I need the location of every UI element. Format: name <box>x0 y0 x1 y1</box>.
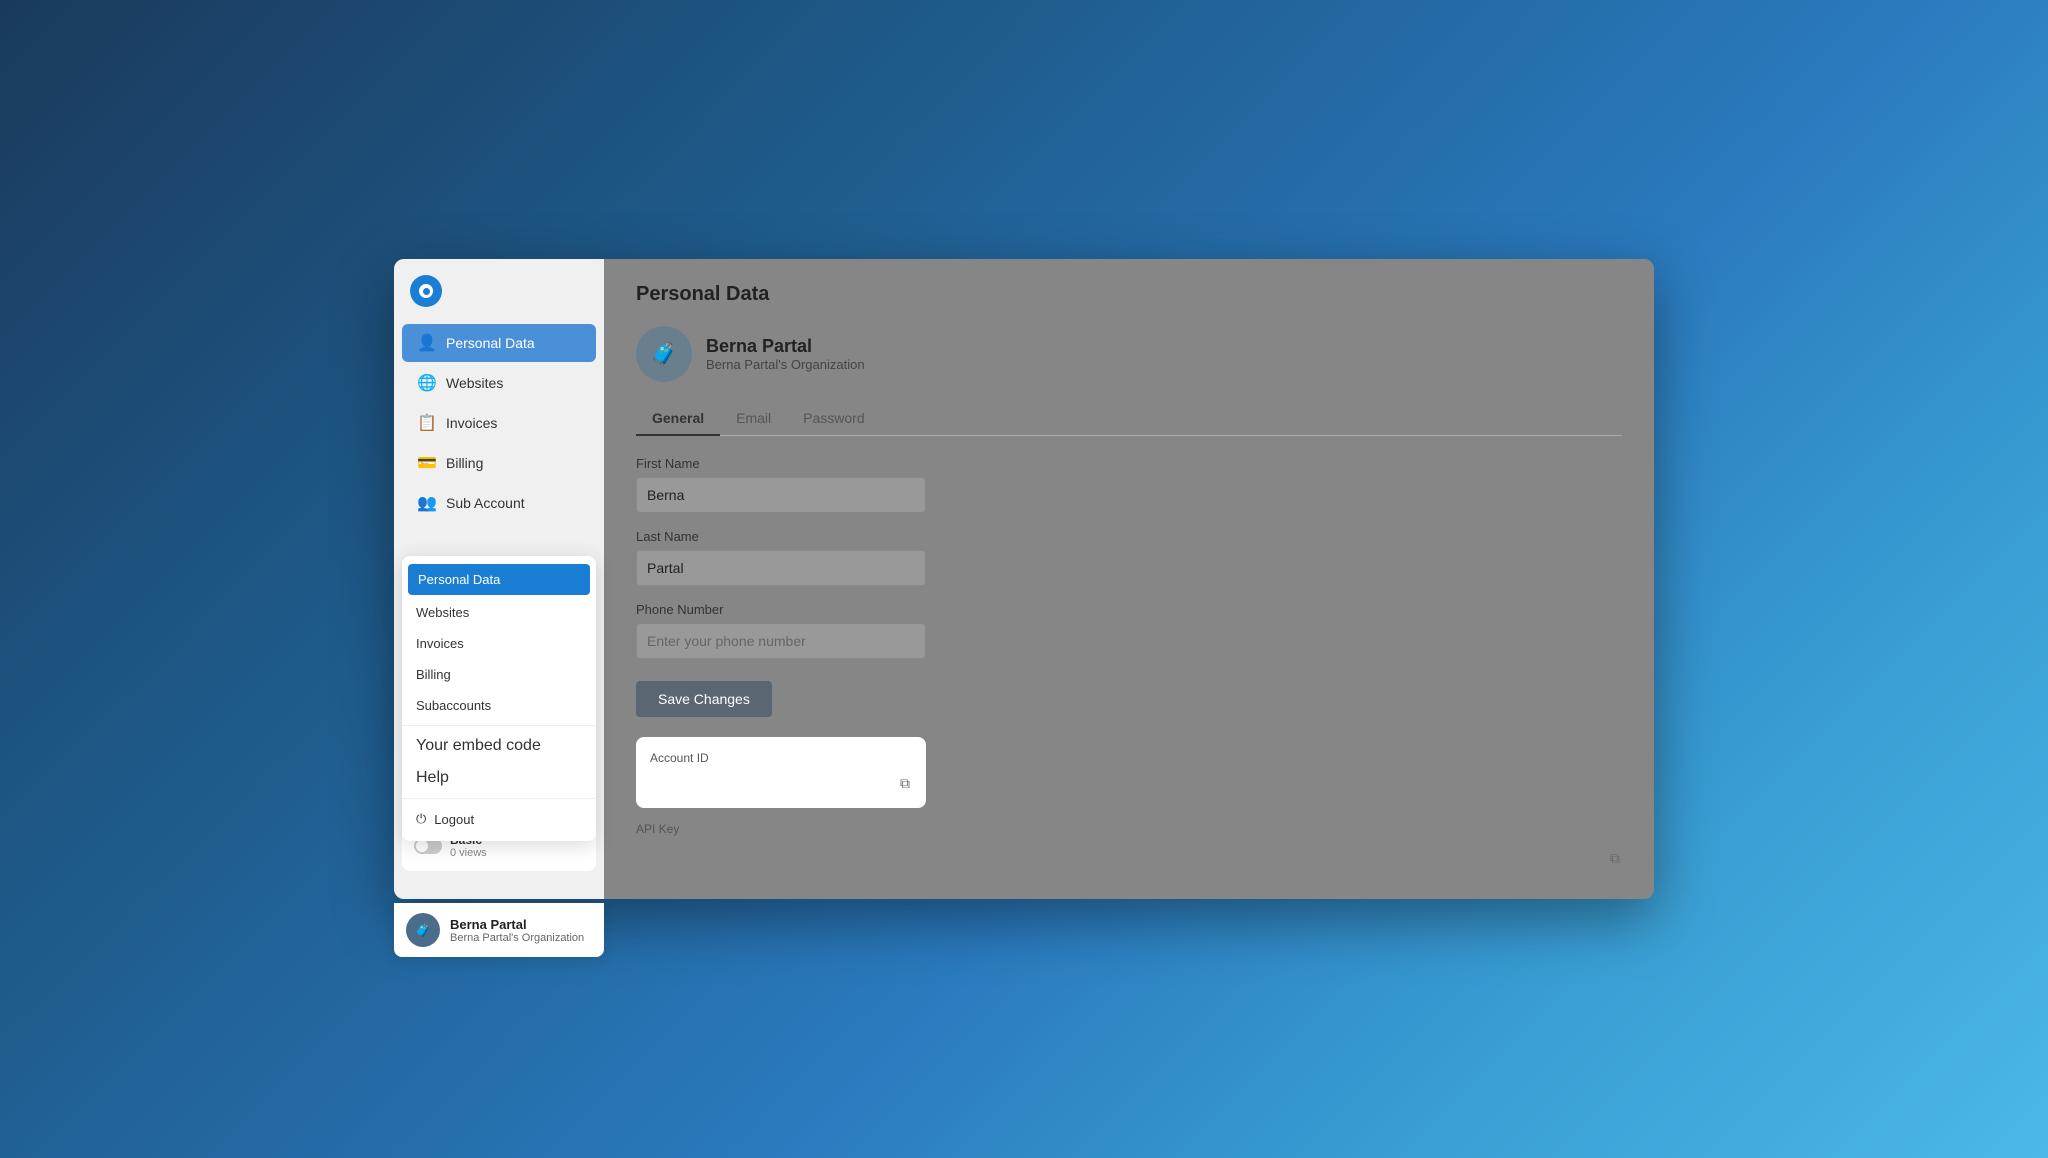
sidebar-item-invoices[interactable]: 📋 Invoices <box>402 404 596 442</box>
last-name-label: Last Name <box>636 529 1622 544</box>
last-name-group: Last Name <box>636 529 1622 586</box>
sidebar-dropdown: Personal Data Websites Invoices Billing … <box>402 556 596 841</box>
api-key-field: ⧉ <box>636 842 1622 875</box>
dropdown-divider <box>402 725 596 726</box>
dropdown-item-personal-data[interactable]: Personal Data <box>408 564 590 595</box>
user-bar-name: Berna Partal <box>450 917 584 932</box>
personal-data-icon: 👤 <box>418 334 436 352</box>
tabs: General Email Password <box>636 402 1622 436</box>
plan-views: 0 views <box>450 847 487 859</box>
invoices-icon: 📋 <box>418 414 436 432</box>
billing-icon: 💳 <box>418 454 436 472</box>
first-name-input[interactable] <box>636 477 926 513</box>
first-name-label: First Name <box>636 456 1622 471</box>
embed-code-link[interactable]: Your embed code <box>402 730 596 762</box>
copy-api-key-button[interactable]: ⧉ <box>1608 848 1622 869</box>
tab-password[interactable]: Password <box>787 402 880 436</box>
account-id-card: Account ID ⧉ <box>636 737 926 808</box>
sidebar-item-label: Invoices <box>446 415 497 431</box>
dropdown-item-invoices[interactable]: Invoices <box>402 628 596 659</box>
save-changes-button[interactable]: Save Changes <box>636 681 772 717</box>
copy-account-id-button[interactable]: ⧉ <box>898 773 912 794</box>
tab-general[interactable]: General <box>636 402 720 436</box>
account-id-label: Account ID <box>650 751 912 765</box>
sidebar: 👤 Personal Data 🌐 Websites 📋 Invoices 💳 … <box>394 259 604 899</box>
profile-header: 🧳 Berna Partal Berna Partal's Organizati… <box>636 326 1622 382</box>
sidebar-item-websites[interactable]: 🌐 Websites <box>402 364 596 402</box>
page-title: Personal Data <box>636 283 1622 306</box>
logout-button[interactable]: ⏻ Logout <box>402 803 596 835</box>
websites-icon: 🌐 <box>418 374 436 392</box>
user-bar-avatar: 🧳 <box>406 913 440 947</box>
main-content: Personal Data 🧳 Berna Partal Berna Parta… <box>604 259 1654 899</box>
logo <box>394 275 604 323</box>
sidebar-item-billing[interactable]: 💳 Billing <box>402 444 596 482</box>
sidebar-item-label: Websites <box>446 375 503 391</box>
dropdown-item-websites[interactable]: Websites <box>402 597 596 628</box>
phone-input[interactable] <box>636 623 926 659</box>
phone-label: Phone Number <box>636 602 1622 617</box>
tab-email[interactable]: Email <box>720 402 787 436</box>
sidebar-item-label: Sub Account <box>446 495 525 511</box>
first-name-group: First Name <box>636 456 1622 513</box>
profile-info: Berna Partal Berna Partal's Organization <box>706 336 865 372</box>
avatar-icon: 🧳 <box>414 922 431 939</box>
help-link[interactable]: Help <box>402 762 596 794</box>
profile-avatar: 🧳 <box>636 326 692 382</box>
logo-icon <box>410 275 442 307</box>
profile-name: Berna Partal <box>706 336 865 357</box>
dropdown-item-subaccounts[interactable]: Subaccounts <box>402 690 596 721</box>
profile-org: Berna Partal's Organization <box>706 357 865 372</box>
logout-label: Logout <box>434 812 474 827</box>
phone-group: Phone Number <box>636 602 1622 659</box>
last-name-input[interactable] <box>636 550 926 586</box>
sidebar-item-label: Billing <box>446 455 483 471</box>
sub-account-icon: 👥 <box>418 494 436 512</box>
user-bar-info: Berna Partal Berna Partal's Organization <box>450 917 584 944</box>
dropdown-item-billing[interactable]: Billing <box>402 659 596 690</box>
logout-icon: ⏻ <box>416 811 426 827</box>
dropdown-divider-2 <box>402 798 596 799</box>
avatar-briefcase-icon: 🧳 <box>650 341 677 367</box>
user-bar-org: Berna Partal's Organization <box>450 932 584 944</box>
sidebar-item-sub-account[interactable]: 👥 Sub Account <box>402 484 596 522</box>
api-key-label: API Key <box>636 822 1622 836</box>
app-window: 👤 Personal Data 🌐 Websites 📋 Invoices 💳 … <box>394 259 1654 899</box>
sidebar-item-personal-data[interactable]: 👤 Personal Data <box>402 324 596 362</box>
account-id-field: ⧉ <box>650 773 912 794</box>
logo-inner <box>419 284 433 298</box>
sidebar-user-bar[interactable]: 🧳 Berna Partal Berna Partal's Organizati… <box>394 903 604 957</box>
api-key-group: API Key ⧉ <box>636 822 1622 875</box>
sidebar-item-label: Personal Data <box>446 335 535 351</box>
